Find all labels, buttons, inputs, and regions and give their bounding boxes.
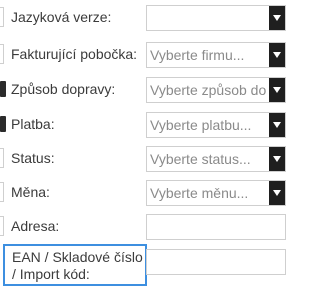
currency-label: Měna:	[11, 184, 50, 200]
row-edge-box	[0, 44, 4, 64]
chevron-down-icon[interactable]	[269, 113, 285, 137]
row-edge-icon	[0, 116, 6, 132]
language-version-value	[150, 6, 267, 30]
row-payment: Platba: Vyberte platbu...	[0, 107, 290, 141]
row-billing-branch: Fakturující pobočka: Vyberte firmu...	[0, 37, 290, 71]
language-version-label: Jazyková verze:	[11, 9, 112, 25]
chevron-down-icon[interactable]	[269, 181, 285, 205]
shipping-method-select[interactable]: Vyberte způsob dop	[146, 77, 286, 103]
status-select[interactable]: Vyberte status...	[146, 146, 286, 172]
payment-label: Platba:	[11, 116, 55, 132]
billing-branch-select[interactable]: Vyberte firmu...	[146, 42, 286, 68]
status-value: Vyberte status...	[150, 151, 251, 167]
chevron-down-icon[interactable]	[269, 147, 285, 171]
shipping-method-label: Způsob dopravy:	[11, 81, 116, 97]
row-edge-box	[0, 7, 4, 27]
ean-label-box: EAN / Skladové číslo / Import kód:	[3, 244, 147, 286]
billing-branch-value: Vyberte firmu...	[150, 47, 245, 63]
billing-branch-label: Fakturující pobočka:	[11, 46, 138, 62]
address-input[interactable]	[146, 214, 286, 240]
chevron-down-icon[interactable]	[269, 43, 285, 67]
row-edge-box	[0, 148, 4, 168]
currency-value: Vyberte měnu...	[150, 185, 249, 201]
chevron-down-icon[interactable]	[269, 6, 285, 30]
row-status: Status: Vyberte status...	[0, 141, 290, 175]
row-language-version: Jazyková verze:	[0, 0, 290, 34]
row-shipping-method: Způsob dopravy: Vyberte způsob dop	[0, 72, 290, 106]
chevron-down-icon[interactable]	[269, 78, 285, 102]
payment-value: Vyberte platbu...	[150, 117, 252, 133]
shipping-method-value: Vyberte způsob dop	[150, 82, 267, 98]
row-currency: Měna: Vyberte měnu...	[0, 175, 290, 209]
currency-select[interactable]: Vyberte měnu...	[146, 180, 286, 206]
address-label: Adresa:	[11, 218, 60, 234]
ean-input[interactable]	[146, 249, 286, 275]
status-label: Status:	[11, 150, 55, 166]
payment-select[interactable]: Vyberte platbu...	[146, 112, 286, 138]
row-address: Adresa:	[0, 209, 290, 243]
row-edge-box	[0, 182, 4, 202]
language-version-select[interactable]	[146, 5, 286, 31]
row-edge-icon	[0, 81, 6, 97]
ean-label: EAN / Skladové číslo / Import kód:	[12, 249, 143, 282]
row-edge-box	[0, 216, 4, 236]
